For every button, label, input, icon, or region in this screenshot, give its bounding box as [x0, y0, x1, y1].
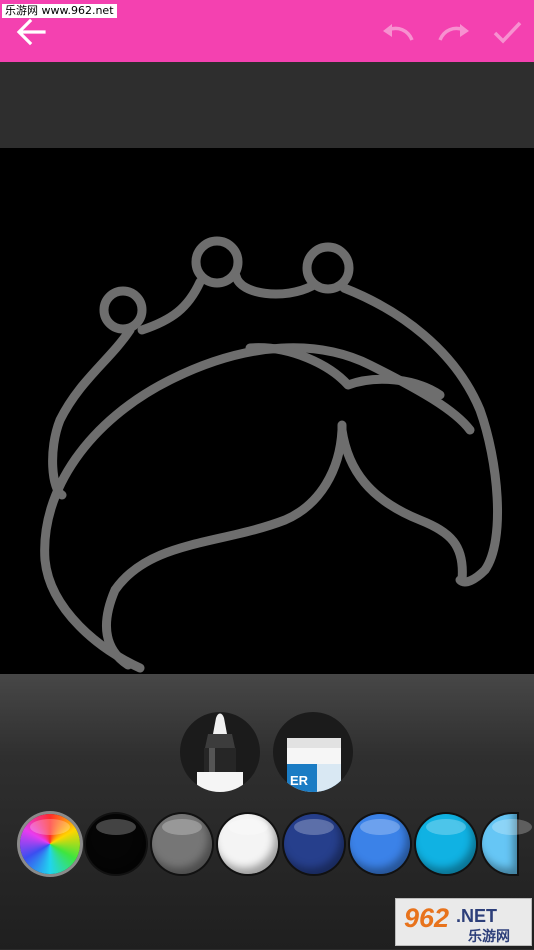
eraser-label: ER [290, 773, 309, 788]
undo-button[interactable] [378, 12, 418, 52]
eraser-tool-button[interactable]: ER [273, 712, 353, 792]
watermark-text: 乐游网 www.962.net [2, 4, 117, 18]
undo-icon [383, 24, 414, 41]
toolbar-strip [0, 62, 534, 148]
color-swatch-blue[interactable] [350, 814, 410, 874]
redo-icon [438, 24, 469, 41]
crown-hair-drawing [40, 236, 503, 673]
done-button[interactable] [487, 12, 527, 52]
logo-suffix: .NET [456, 906, 497, 926]
logo-number: 962 [404, 903, 449, 933]
site-logo: 962 .NET 乐游网 [395, 898, 532, 946]
back-button[interactable] [11, 12, 51, 52]
drawing-canvas[interactable] [0, 148, 534, 674]
arrow-left-icon [16, 18, 46, 46]
marker-icon [197, 713, 243, 792]
redo-button[interactable] [434, 12, 474, 52]
eraser-icon: ER [287, 738, 341, 792]
color-swatch-gray[interactable] [152, 814, 212, 874]
color-swatch-cyan[interactable] [416, 814, 476, 874]
color-swatch-navy[interactable] [284, 814, 344, 874]
marker-tool-button[interactable] [180, 712, 260, 792]
check-icon [493, 21, 522, 44]
color-swatch-rainbow[interactable] [20, 814, 80, 874]
color-swatch-white[interactable] [218, 814, 278, 874]
color-swatch-light-blue[interactable] [482, 814, 532, 874]
logo-caption: 乐游网 [468, 928, 510, 945]
color-swatch-black[interactable] [86, 814, 146, 874]
